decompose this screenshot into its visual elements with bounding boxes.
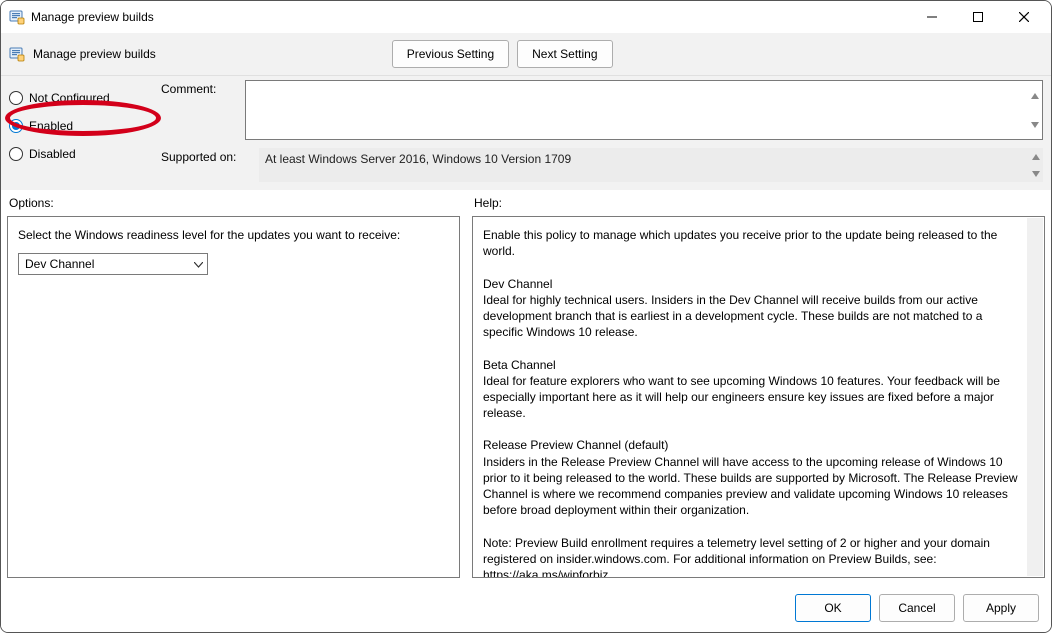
- split-area: Options: Select the Windows readiness le…: [1, 190, 1051, 584]
- radio-label: Not Configured: [29, 91, 110, 105]
- comment-textarea[interactable]: [245, 80, 1043, 140]
- radio-enabled[interactable]: Enabled: [9, 112, 149, 140]
- help-header: Help:: [466, 190, 1051, 216]
- cancel-button[interactable]: Cancel: [879, 594, 955, 622]
- help-heading-beta: Beta Channel: [483, 357, 1022, 373]
- help-text: Enable this policy to manage which updat…: [483, 227, 1022, 259]
- help-text: Insiders in the Release Preview Channel …: [483, 454, 1022, 519]
- supported-on-value-box: At least Windows Server 2016, Windows 10…: [259, 148, 1043, 182]
- readiness-level-combo[interactable]: Dev Channel: [18, 253, 208, 275]
- radio-icon: [9, 119, 23, 133]
- options-body: Select the Windows readiness level for t…: [7, 216, 460, 578]
- config-area: Not Configured Enabled Disabled Comment:: [1, 76, 1051, 190]
- help-heading-dev: Dev Channel: [483, 276, 1022, 292]
- apply-button[interactable]: Apply: [963, 594, 1039, 622]
- options-pane: Options: Select the Windows readiness le…: [1, 190, 466, 584]
- supported-on-value: At least Windows Server 2016, Windows 10…: [265, 152, 571, 166]
- radio-disabled[interactable]: Disabled: [9, 140, 149, 168]
- help-text: Ideal for feature explorers who want to …: [483, 373, 1022, 422]
- minimize-button[interactable]: [909, 2, 955, 32]
- readiness-prompt: Select the Windows readiness level for t…: [18, 227, 445, 243]
- scrollbar[interactable]: [1027, 218, 1043, 576]
- help-heading-rp: Release Preview Channel (default): [483, 437, 1022, 453]
- supported-on-label: Supported on:: [161, 148, 251, 182]
- comment-label: Comment:: [161, 80, 237, 140]
- policy-name-label: Manage preview builds: [33, 47, 156, 61]
- options-header: Options:: [1, 190, 466, 216]
- radio-label: Enabled: [29, 119, 73, 133]
- window-title: Manage preview builds: [31, 10, 909, 24]
- radio-not-configured[interactable]: Not Configured: [9, 84, 149, 112]
- help-body[interactable]: Enable this policy to manage which updat…: [472, 216, 1045, 578]
- dialog-window: Manage preview builds Manage preview bui…: [0, 0, 1052, 633]
- dialog-footer: OK Cancel Apply: [1, 584, 1051, 632]
- gpedit-policy-icon: [9, 9, 25, 25]
- next-setting-button[interactable]: Next Setting: [517, 40, 612, 68]
- titlebar: Manage preview builds: [1, 1, 1051, 33]
- scroll-up-icon[interactable]: [1028, 148, 1043, 165]
- close-button[interactable]: [1001, 2, 1047, 32]
- help-text: Ideal for highly technical users. Inside…: [483, 292, 1022, 341]
- subheader: Manage preview builds Previous Setting N…: [1, 33, 1051, 76]
- scroll-down-icon[interactable]: [1027, 110, 1042, 139]
- help-pane: Help: Enable this policy to manage which…: [466, 190, 1051, 584]
- radio-icon: [9, 91, 23, 105]
- radio-label: Disabled: [29, 147, 76, 161]
- scroll-down-icon[interactable]: [1028, 165, 1043, 182]
- state-radio-group: Not Configured Enabled Disabled: [9, 80, 149, 182]
- previous-setting-button[interactable]: Previous Setting: [392, 40, 509, 68]
- ok-button[interactable]: OK: [795, 594, 871, 622]
- help-text: Note: Preview Build enrollment requires …: [483, 535, 1022, 578]
- combo-selected-value: Dev Channel: [25, 256, 94, 272]
- maximize-button[interactable]: [955, 2, 1001, 32]
- gpedit-policy-icon: [9, 46, 25, 62]
- radio-icon: [9, 147, 23, 161]
- chevron-down-icon: [194, 256, 203, 272]
- scroll-up-icon[interactable]: [1027, 81, 1042, 110]
